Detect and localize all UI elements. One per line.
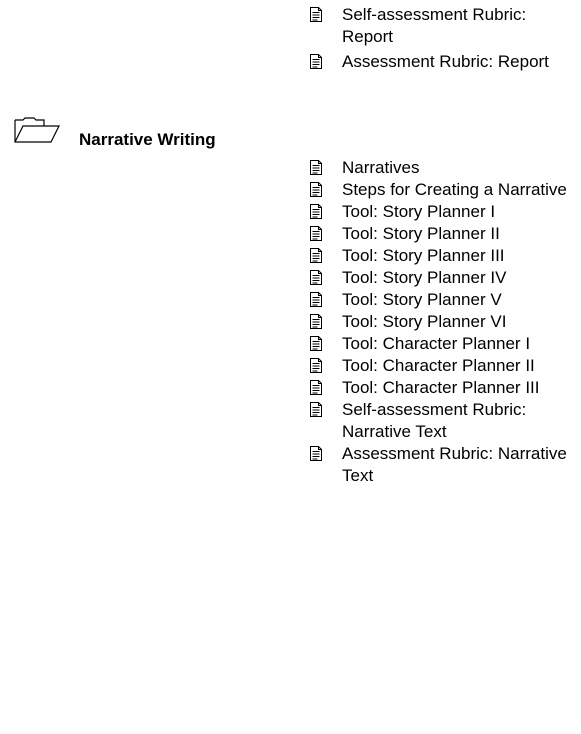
list-item-label: Tool: Story Planner V — [342, 290, 502, 309]
document-icon — [310, 336, 322, 351]
document-icon — [310, 54, 322, 69]
list-item[interactable]: Tool: Story Planner III — [308, 245, 578, 267]
list-item[interactable]: Tool: Story Planner IV — [308, 267, 578, 289]
document-icon — [310, 7, 322, 22]
list-item[interactable]: Tool: Story Planner VI — [308, 311, 578, 333]
document-icon — [310, 204, 322, 219]
list-item-label: Self-assessment Rubric: Report — [342, 5, 527, 46]
list-item-label: Self-assessment Rubric: Narrative Text — [342, 400, 527, 441]
narrative-writing-list: Narratives Steps for Creating a Narrativ… — [308, 157, 578, 487]
list-item[interactable]: Steps for Creating a Narrative — [308, 179, 578, 201]
list-item[interactable]: Tool: Character Planner III — [308, 377, 578, 399]
document-icon — [310, 292, 322, 307]
document-icon — [310, 402, 322, 417]
list-item-label: Tool: Story Planner VI — [342, 312, 507, 331]
list-item[interactable]: Assessment Rubric: Narrative Text — [308, 443, 578, 487]
list-item[interactable]: Tool: Character Planner II — [308, 355, 578, 377]
document-icon — [310, 314, 322, 329]
list-item-label: Assessment Rubric: Report — [342, 52, 549, 71]
document-icon — [310, 182, 322, 197]
list-item-label: Steps for Creating a Narrative — [342, 180, 567, 199]
document-icon — [310, 358, 322, 373]
list-item[interactable]: Tool: Story Planner II — [308, 223, 578, 245]
document-icon — [310, 380, 322, 395]
list-item-label: Tool: Character Planner II — [342, 356, 535, 375]
document-icon — [310, 446, 322, 461]
document-icon — [310, 226, 322, 241]
document-icon — [310, 160, 322, 175]
list-item[interactable]: Self-assessment Rubric: Narrative Text — [308, 399, 578, 443]
list-item-label: Tool: Story Planner I — [342, 202, 496, 221]
list-item-label: Tool: Story Planner IV — [342, 268, 507, 287]
folder-icon — [14, 117, 60, 143]
document-icon — [310, 248, 322, 263]
list-item-label: Tool: Character Planner III — [342, 378, 540, 397]
list-item[interactable]: Self-assessment Rubric: Report — [308, 4, 578, 48]
document-icon — [310, 270, 322, 285]
section-title: Narrative Writing — [79, 130, 216, 149]
list-item-label: Tool: Character Planner I — [342, 334, 531, 353]
list-item[interactable]: Tool: Story Planner I — [308, 201, 578, 223]
list-item-label: Assessment Rubric: Narrative Text — [342, 444, 567, 485]
list-item[interactable]: Tool: Character Planner I — [308, 333, 578, 355]
list-item[interactable]: Assessment Rubric: Report — [308, 51, 578, 73]
list-item[interactable]: Narratives — [308, 157, 578, 179]
list-item-label: Tool: Story Planner II — [342, 224, 500, 243]
list-item-label: Narratives — [342, 158, 420, 177]
list-item-label: Tool: Story Planner III — [342, 246, 505, 265]
report-rubric-list: Self-assessment Rubric: Report Assessmen… — [308, 4, 578, 76]
list-item[interactable]: Tool: Story Planner V — [308, 289, 578, 311]
